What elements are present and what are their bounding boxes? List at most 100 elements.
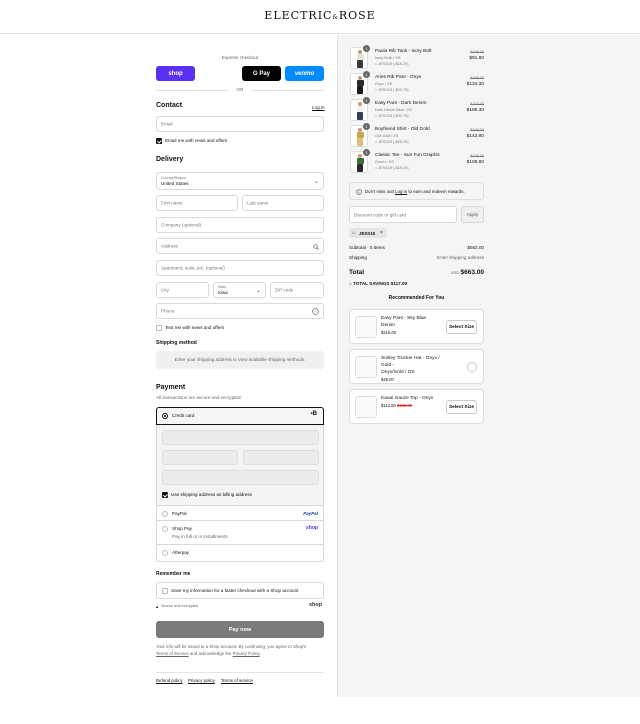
recommended-price-row: $48.00 [381, 376, 451, 383]
shop-pay-option[interactable]: Shop Pay Pay in full or in installments … [156, 521, 324, 545]
login-link[interactable]: Log in [312, 105, 325, 110]
credit-card-option[interactable]: Credit card ▪B [156, 407, 324, 425]
email-placeholder: Email [161, 121, 173, 127]
afterpay-radio[interactable] [162, 550, 168, 556]
shipping-label: Shipping [349, 255, 367, 260]
last-name-input[interactable]: Last name [242, 195, 324, 211]
privacy-policy-link[interactable]: Privacy Policy [233, 651, 260, 656]
total-savings: ⌂ TOTAL SAVINGS $117.00 [349, 281, 407, 286]
total-savings-value: $117.00 [390, 281, 408, 286]
select-size-label: Select Size [448, 404, 475, 410]
currency-label: USD [450, 270, 460, 275]
total-value: $663.00 [460, 269, 485, 276]
header: ELECTRIC&ROSE [0, 0, 640, 34]
google-pay-button[interactable]: G Pay [242, 66, 281, 81]
card-number-input[interactable] [162, 430, 319, 445]
item-name: Classic Tee - Sun Fun Graphic [375, 153, 440, 158]
item-discount-text: JESS15 (-$23.70) [378, 88, 409, 92]
rewards-login-link[interactable]: Log in [395, 189, 407, 194]
item-name: Aries Rib Pant - Onyx [375, 75, 422, 80]
item-discount: ⌂ JESS15 (-$23.70) [375, 88, 409, 92]
item-discount: ⌂ JESS15 (-$16.20) [375, 62, 409, 66]
remember-me-box[interactable]: Save my information for a faster checkou… [156, 582, 324, 599]
afterpay-option[interactable]: Afterpay [156, 545, 324, 562]
phone-input[interactable]: Phone ? [156, 303, 324, 319]
company-input[interactable]: Company (optional) [156, 217, 324, 233]
item-discount: ⌂ JESS15 (-$25.20) [375, 140, 409, 144]
product-thumbnail: 1 [350, 71, 370, 95]
zip-input[interactable]: ZIP code [270, 282, 324, 298]
shipping-value: Enter shipping address [437, 255, 484, 260]
item-price: $108.80 [466, 160, 484, 165]
discount-tag: ⌂ JESS15 × [349, 228, 387, 238]
recommended-old-price: $188.00 [397, 403, 413, 408]
recommended-card[interactable]: Smiley Trucker Hat - Onyx / Gold - Onyx/G… [349, 349, 484, 384]
recommended-image [355, 316, 377, 338]
name-on-card-input[interactable] [162, 470, 319, 485]
address-input[interactable]: Address [156, 238, 324, 254]
recommended-price: $218.00 [381, 330, 397, 335]
text-news-checkbox[interactable] [156, 325, 162, 331]
recommended-price: $112.80 [381, 403, 396, 408]
shop-legal-line2: Terms of Service and acknowledge the Pri… [156, 651, 261, 656]
select-size-button[interactable]: Select Size [446, 400, 477, 414]
refund-policy-link[interactable]: Refund policy [156, 678, 183, 683]
recommended-info: Kauai Gauze Top - Onyx $112.80 $188.00 [381, 395, 451, 409]
recommended-name-line2: Onyx/Gold / OS [381, 370, 415, 375]
apartment-input[interactable]: Apartment, suite, etc. (optional) [156, 260, 324, 276]
or-divider-label: OR [236, 87, 244, 92]
shop-pay-sublabel: Pay in full or in installments [172, 534, 228, 539]
email-news-label: Email me with news and offers [165, 138, 228, 143]
add-to-cart-circle[interactable] [467, 362, 477, 372]
text-news-label: Text me with news and offers [165, 325, 225, 330]
tag-icon: ⌂ [352, 230, 355, 235]
discount-code-input[interactable]: Discount code or gift card [349, 206, 457, 223]
terms-of-service-footer-link[interactable]: Terms of service [221, 678, 253, 683]
recommended-card[interactable]: Kauai Gauze Top - Onyx $112.80 $188.00 Sel… [349, 389, 484, 424]
pay-now-button[interactable]: Pay now [156, 621, 324, 638]
security-code-input[interactable] [243, 450, 319, 465]
recommended-image [355, 396, 377, 418]
logo-left-text: ELECTRIC [264, 9, 333, 22]
state-value: Iowa [218, 290, 228, 295]
venmo-button[interactable]: venmo [285, 66, 324, 81]
recommended-price-row: $218.00 [381, 329, 451, 336]
search-icon [313, 244, 319, 250]
item-original-price: $218.00 [470, 102, 484, 106]
expiration-input[interactable] [162, 450, 238, 465]
recommended-price-row: $112.80 $188.00 [381, 402, 451, 409]
remember-me-checkbox[interactable] [162, 588, 168, 594]
shop-pay-express-button[interactable]: shop [156, 66, 195, 81]
terms-of-service-link[interactable]: Terms of Service [156, 651, 189, 656]
email-input[interactable]: Email [156, 116, 324, 132]
select-size-button[interactable]: Select Size [446, 320, 477, 334]
shop-legal-line1: Your info will be saved to a Shop accoun… [156, 644, 307, 649]
secure-encrypted-label: Secure and encrypted [161, 604, 199, 608]
store-logo[interactable]: ELECTRIC&ROSE [0, 9, 640, 22]
recommended-card[interactable]: Easy Pant - Sky Blue Denim $218.00 Select S… [349, 309, 484, 344]
first-name-input[interactable]: First name [156, 195, 238, 211]
apply-label: Apply [466, 212, 479, 217]
state-select[interactable]: State Iowa ⌄ [213, 282, 266, 298]
contact-heading: Contact [156, 102, 183, 109]
email-news-checkbox[interactable] [156, 138, 162, 144]
billing-address-checkbox[interactable] [162, 492, 168, 498]
credit-card-form: Use shipping address as billing address [156, 425, 324, 505]
paypal-radio[interactable] [162, 511, 168, 517]
help-icon[interactable]: ? [312, 308, 319, 315]
privacy-policy-footer-link[interactable]: Privacy policy [188, 678, 215, 683]
country-select[interactable]: Country/Region United States ⌄ [156, 172, 324, 190]
quantity-badge: 1 [363, 45, 370, 52]
item-name: Paula Rib Tank - Ivory Bolt [375, 49, 432, 54]
credit-card-radio[interactable] [162, 413, 168, 419]
billing-address-label: Use shipping address as billing address [171, 492, 252, 497]
remove-tag-icon[interactable]: × [380, 230, 383, 236]
state-label: State [218, 285, 227, 289]
apply-button[interactable]: Apply [461, 206, 484, 223]
item-name: Boyfriend Shirt - Old Gold [375, 127, 430, 132]
figure-legs [357, 164, 363, 172]
paypal-option[interactable]: PayPal PayPal [156, 505, 324, 521]
shop-pay-radio[interactable] [162, 526, 168, 532]
recommended-info: Easy Pant - Sky Blue Denim $218.00 [381, 315, 451, 336]
city-input[interactable]: City [156, 282, 209, 298]
